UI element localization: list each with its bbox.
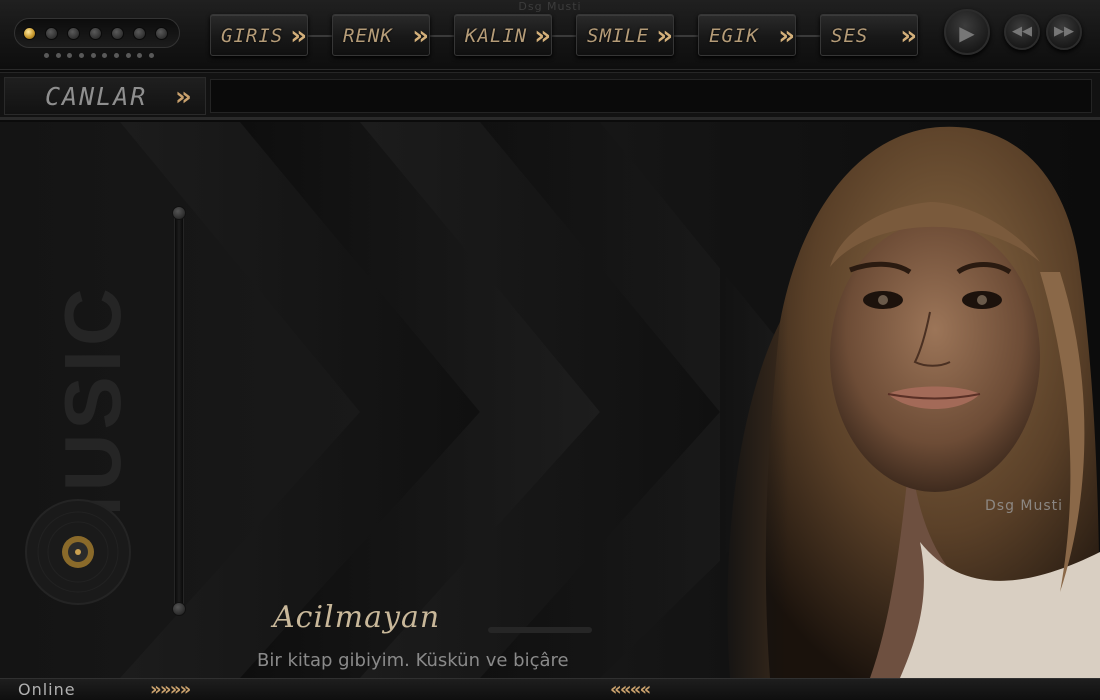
chevron-right-icon: »: [534, 21, 551, 51]
volume-slider[interactable]: [174, 210, 184, 610]
chevron-right-icon: »: [290, 21, 307, 51]
dot-row: [44, 53, 154, 59]
chevron-right-icon: »: [175, 82, 192, 112]
led-indicator[interactable]: [45, 27, 58, 40]
nav-button-kalin[interactable]: KALIN »: [454, 14, 552, 56]
divider: [308, 35, 334, 37]
led-indicator[interactable]: [133, 27, 146, 40]
main-stage: MUSIC Dsg Musti Acilmayan Bir kitap gibi…: [0, 122, 1100, 678]
led-indicator[interactable]: [67, 27, 80, 40]
online-status: Online: [18, 680, 76, 699]
nav-label: SES: [831, 25, 869, 47]
led-panel: [14, 18, 180, 48]
marquee-area: [210, 79, 1092, 113]
led-indicator[interactable]: [155, 27, 168, 40]
chevron-right-icon: »: [778, 21, 795, 51]
divider: [796, 35, 822, 37]
canlar-button[interactable]: CANLAR »: [4, 77, 206, 115]
led-indicator[interactable]: [111, 27, 124, 40]
rewind-icon: ◀◀: [1012, 24, 1032, 39]
play-icon: ▶: [959, 21, 975, 45]
fast-forward-button[interactable]: ▶▶: [1046, 14, 1082, 50]
chevron-right-icon: »: [656, 21, 673, 51]
nav-button-ses[interactable]: SES »: [820, 14, 918, 56]
nav-button-giris[interactable]: GIRIS »: [210, 14, 308, 56]
nav-label: EGIK: [709, 25, 759, 47]
divider: [430, 35, 456, 37]
nav-label: SMILE: [587, 25, 650, 47]
nav-label: KALIN: [465, 25, 528, 47]
vinyl-record-icon: [25, 499, 131, 605]
status-bar: Online » » » » « « « «: [0, 678, 1100, 700]
divider: [674, 35, 700, 37]
title-underline: [488, 627, 592, 633]
chevron-right-icon: »: [900, 21, 917, 51]
arrows-left-icon[interactable]: « « « «: [610, 679, 651, 700]
led-indicator[interactable]: [89, 27, 102, 40]
channel-bar: CANLAR »: [0, 72, 1100, 120]
fast-forward-icon: ▶▶: [1054, 24, 1074, 39]
portrait-image: [720, 122, 1100, 678]
watermark: Dsg Musti: [985, 498, 1064, 514]
rewind-button[interactable]: ◀◀: [1004, 14, 1040, 50]
song-title: Acilmayan: [273, 600, 441, 635]
top-bar: Dsg Musti GIRIS » RENK » KALIN » SMILE »…: [0, 0, 1100, 70]
lyric-text: Bir kitap gibiyim. Küskün ve biçâre: [257, 650, 569, 671]
nav-button-smile[interactable]: SMILE »: [576, 14, 674, 56]
divider: [552, 35, 578, 37]
nav-label: GIRIS: [221, 25, 284, 47]
slider-handle-bottom[interactable]: [172, 602, 186, 616]
chevron-right-icon: »: [412, 21, 429, 51]
led-indicator-active[interactable]: [23, 27, 36, 40]
nav-button-renk[interactable]: RENK »: [332, 14, 430, 56]
window-title: Dsg Musti: [518, 0, 582, 13]
canlar-label: CANLAR: [45, 82, 148, 111]
nav-label: RENK: [343, 25, 393, 47]
nav-button-egik[interactable]: EGIK »: [698, 14, 796, 56]
arrows-right-icon[interactable]: » » » »: [150, 679, 191, 700]
slider-handle-top[interactable]: [172, 206, 186, 220]
play-button[interactable]: ▶: [944, 9, 990, 55]
